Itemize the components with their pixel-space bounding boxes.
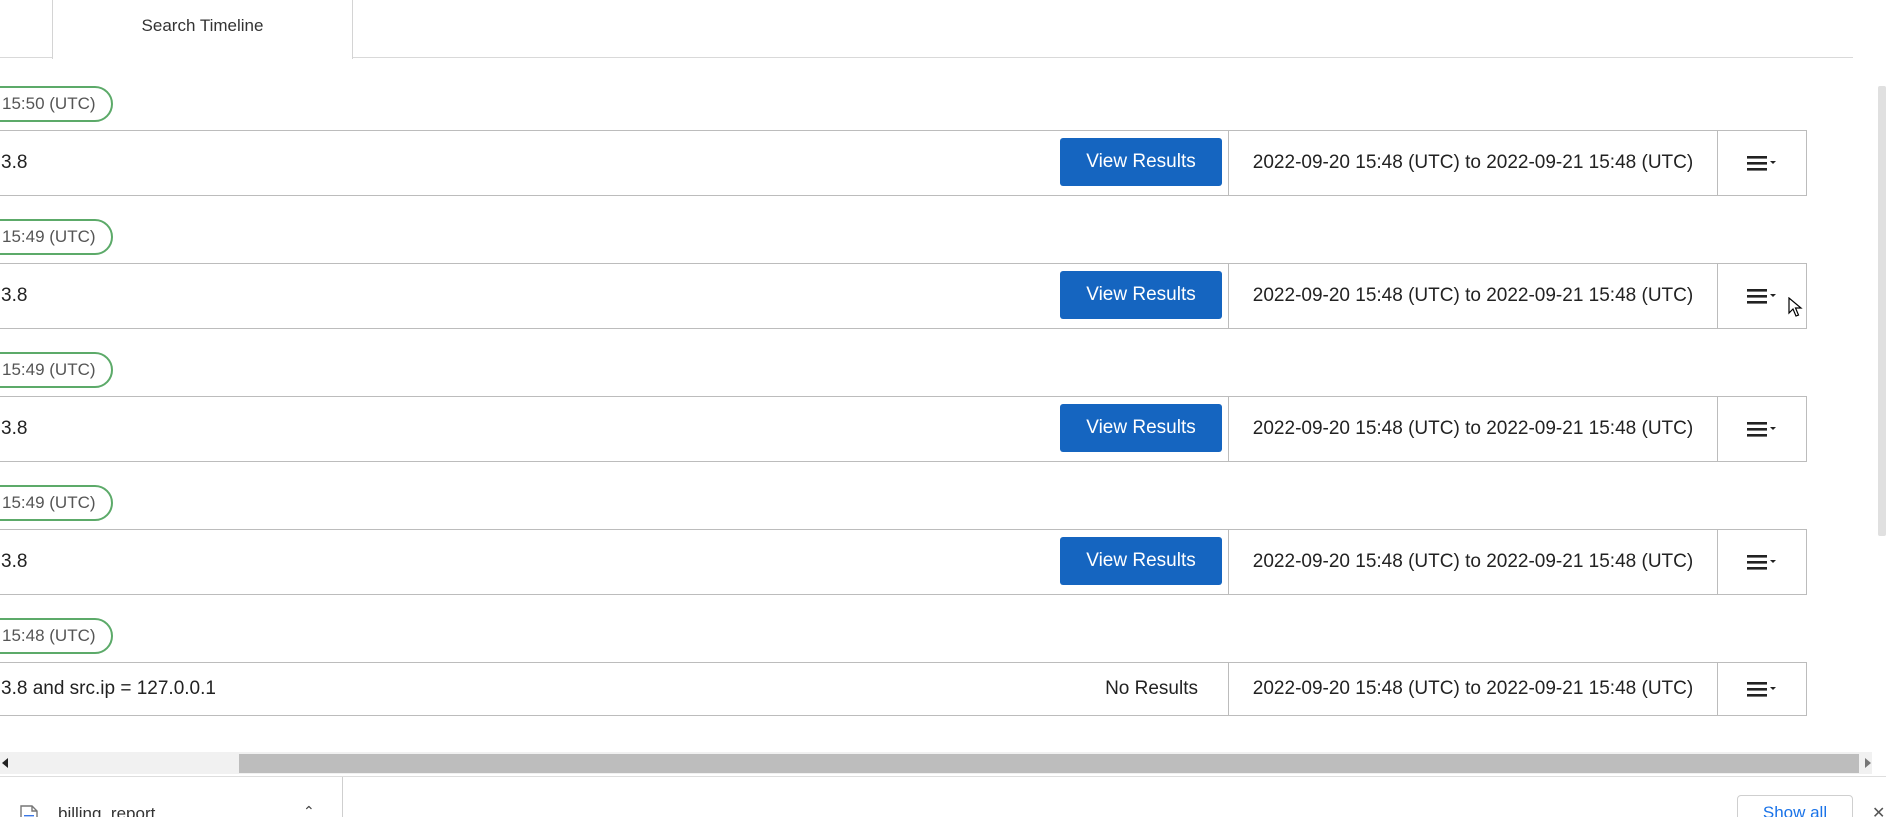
file-icon [20,805,38,817]
mouse-cursor-icon [1788,297,1803,317]
view-results-button[interactable]: View Results [1060,138,1222,186]
row-menu-button[interactable] [1717,530,1806,594]
timestamp-badge: 15:49 (UTC) [0,352,113,388]
query-text: 3.8 [1,285,28,306]
scroll-left-arrow-icon[interactable] [0,756,14,770]
search-timeline: 15:50 (UTC) 3.8 View Results 2022-09-20 … [0,0,1886,750]
query-cell: 3.8 View Results [0,131,1228,195]
hamburger-dropdown-icon [1747,156,1776,171]
view-results-button[interactable]: View Results [1060,537,1222,585]
query-cell: 3.8 View Results [0,397,1228,461]
close-icon[interactable]: ✕ [1872,803,1885,817]
show-all-button[interactable]: Show all [1737,795,1853,817]
download-item[interactable]: billing_report ⌃ [0,777,343,817]
query-text: 3.8 [1,152,28,173]
hamburger-dropdown-icon [1747,422,1776,437]
download-file-name: billing_report [58,804,156,817]
query-cell: 3.8 and src.ip = 127.0.0.1 No Results [0,663,1228,715]
scrollbar-thumb[interactable] [239,754,1859,773]
hamburger-dropdown-icon [1747,289,1776,304]
row-menu-button[interactable] [1717,397,1806,461]
view-results-button[interactable]: View Results [1060,271,1222,319]
search-row: 3.8 View Results 2022-09-20 15:48 (UTC) … [0,263,1807,329]
time-range-cell: 2022-09-20 15:48 (UTC) to 2022-09-21 15:… [1228,530,1717,594]
time-range-cell: 2022-09-20 15:48 (UTC) to 2022-09-21 15:… [1228,663,1717,715]
row-menu-button[interactable] [1717,663,1806,715]
hamburger-dropdown-icon [1747,682,1776,697]
search-row: 3.8 and src.ip = 127.0.0.1 No Results 20… [0,662,1807,716]
timestamp-badge: 15:49 (UTC) [0,219,113,255]
horizontal-scrollbar[interactable] [0,752,1872,774]
download-shelf: billing_report ⌃ Show all ✕ [0,776,1886,817]
time-range-cell: 2022-09-20 15:48 (UTC) to 2022-09-21 15:… [1228,397,1717,461]
timestamp-badge: 15:48 (UTC) [0,618,113,654]
chevron-up-icon[interactable]: ⌃ [303,803,315,817]
view-results-button[interactable]: View Results [1060,404,1222,452]
time-range-cell: 2022-09-20 15:48 (UTC) to 2022-09-21 15:… [1228,264,1717,328]
search-row: 3.8 View Results 2022-09-20 15:48 (UTC) … [0,396,1807,462]
time-range-cell: 2022-09-20 15:48 (UTC) to 2022-09-21 15:… [1228,131,1717,195]
query-cell: 3.8 View Results [0,264,1228,328]
search-row: 3.8 View Results 2022-09-20 15:48 (UTC) … [0,130,1807,196]
no-results-label: No Results [1105,678,1198,699]
timestamp-badge: 15:49 (UTC) [0,485,113,521]
hamburger-dropdown-icon [1747,555,1776,570]
query-text: 3.8 [1,418,28,439]
row-menu-button[interactable] [1717,131,1806,195]
scroll-right-arrow-icon[interactable] [1862,756,1874,770]
query-cell: 3.8 View Results [0,530,1228,594]
timestamp-badge: 15:50 (UTC) [0,86,113,122]
query-text: 3.8 [1,551,28,572]
query-text: 3.8 and src.ip = 127.0.0.1 [1,678,216,699]
search-row: 3.8 View Results 2022-09-20 15:48 (UTC) … [0,529,1807,595]
vertical-scrollbar[interactable] [1878,86,1886,536]
